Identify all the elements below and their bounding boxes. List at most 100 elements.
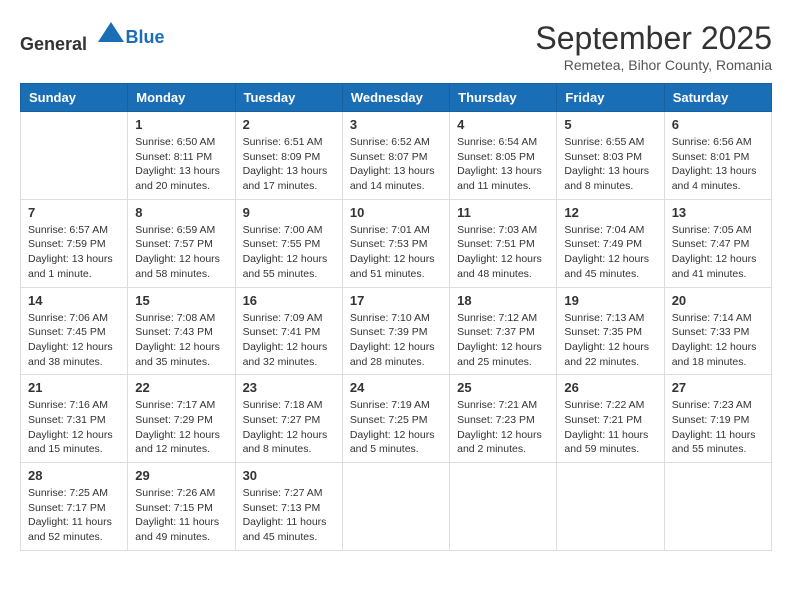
- day-info: Sunrise: 7:13 AM Sunset: 7:35 PM Dayligh…: [564, 311, 656, 370]
- calendar-cell: 29Sunrise: 7:26 AM Sunset: 7:15 PM Dayli…: [128, 463, 235, 551]
- day-info: Sunrise: 7:03 AM Sunset: 7:51 PM Dayligh…: [457, 223, 549, 282]
- calendar-cell: [450, 463, 557, 551]
- day-number: 11: [457, 205, 549, 220]
- calendar-cell: 24 Sunrise: 7:19 AM Sunset: 7:25 PM Dayli…: [342, 375, 449, 463]
- day-info: Sunrise: 7:27 AM Sunset: 7:13 PM Dayligh…: [243, 486, 335, 545]
- logo-general-text: General: [20, 34, 87, 54]
- calendar-cell: 25Sunrise: 7:21 AM Sunset: 7:23 PM Dayli…: [450, 375, 557, 463]
- day-info: Sunrise: 7:23 AM Sunset: 7:19 PM Dayligh…: [672, 398, 764, 457]
- day-info: Sunrise: 7:25 AM Sunset: 7:17 PM Dayligh…: [28, 486, 120, 545]
- day-info: Sunrise: 6:59 AM Sunset: 7:57 PM Dayligh…: [135, 223, 227, 282]
- calendar-cell: 16 Sunrise: 7:09 AM Sunset: 7:41 PM Dayli…: [235, 287, 342, 375]
- day-info: Sunrise: 6:54 AM Sunset: 8:05 PM Dayligh…: [457, 135, 549, 194]
- day-info: Sunrise: 7:19 AM Sunset: 7:25 PM Dayligh…: [350, 398, 442, 457]
- day-number: 26: [564, 380, 656, 395]
- day-info: Sunrise: 7:08 AM Sunset: 7:43 PM Dayligh…: [135, 311, 227, 370]
- day-number: 9: [243, 205, 335, 220]
- calendar-cell: 3Sunrise: 6:52 AM Sunset: 8:07 PM Daylig…: [342, 112, 449, 200]
- day-number: 28: [28, 468, 120, 483]
- day-number: 27: [672, 380, 764, 395]
- logo: General Blue: [20, 20, 165, 55]
- day-number: 4: [457, 117, 549, 132]
- calendar-cell: 30 Sunrise: 7:27 AM Sunset: 7:13 PM Dayli…: [235, 463, 342, 551]
- week-row-3: 14 Sunrise: 7:06 AM Sunset: 7:45 PM Dayli…: [21, 287, 772, 375]
- col-header-monday: Monday: [128, 84, 235, 112]
- day-info: Sunrise: 6:55 AM Sunset: 8:03 PM Dayligh…: [564, 135, 656, 194]
- calendar-cell: 13 Sunrise: 7:05 AM Sunset: 7:47 PM Dayli…: [664, 199, 771, 287]
- logo-icon: [96, 20, 126, 50]
- day-number: 19: [564, 293, 656, 308]
- calendar-cell: 5 Sunrise: 6:55 AM Sunset: 8:03 PM Daylig…: [557, 112, 664, 200]
- day-number: 24: [350, 380, 442, 395]
- calendar-cell: 23 Sunrise: 7:18 AM Sunset: 7:27 PM Dayli…: [235, 375, 342, 463]
- day-number: 8: [135, 205, 227, 220]
- day-number: 16: [243, 293, 335, 308]
- calendar-cell: 9 Sunrise: 7:00 AM Sunset: 7:55 PM Daylig…: [235, 199, 342, 287]
- calendar-cell: 6 Sunrise: 6:56 AM Sunset: 8:01 PM Daylig…: [664, 112, 771, 200]
- calendar-cell: 14 Sunrise: 7:06 AM Sunset: 7:45 PM Dayli…: [21, 287, 128, 375]
- calendar-cell: 27 Sunrise: 7:23 AM Sunset: 7:19 PM Dayli…: [664, 375, 771, 463]
- calendar-cell: [664, 463, 771, 551]
- day-number: 29: [135, 468, 227, 483]
- day-info: Sunrise: 7:18 AM Sunset: 7:27 PM Dayligh…: [243, 398, 335, 457]
- day-info: Sunrise: 7:10 AM Sunset: 7:39 PM Dayligh…: [350, 311, 442, 370]
- day-info: Sunrise: 7:04 AM Sunset: 7:49 PM Dayligh…: [564, 223, 656, 282]
- day-info: Sunrise: 7:17 AM Sunset: 7:29 PM Dayligh…: [135, 398, 227, 457]
- calendar-cell: 8 Sunrise: 6:59 AM Sunset: 7:57 PM Daylig…: [128, 199, 235, 287]
- day-number: 6: [672, 117, 764, 132]
- calendar-cell: 2 Sunrise: 6:51 AM Sunset: 8:09 PM Daylig…: [235, 112, 342, 200]
- calendar-cell: 11 Sunrise: 7:03 AM Sunset: 7:51 PM Dayli…: [450, 199, 557, 287]
- day-number: 17: [350, 293, 442, 308]
- day-number: 18: [457, 293, 549, 308]
- calendar-cell: 22 Sunrise: 7:17 AM Sunset: 7:29 PM Dayli…: [128, 375, 235, 463]
- calendar-cell: 10 Sunrise: 7:01 AM Sunset: 7:53 PM Dayli…: [342, 199, 449, 287]
- col-header-tuesday: Tuesday: [235, 84, 342, 112]
- day-info: Sunrise: 7:06 AM Sunset: 7:45 PM Dayligh…: [28, 311, 120, 370]
- day-info: Sunrise: 7:12 AM Sunset: 7:37 PM Dayligh…: [457, 311, 549, 370]
- col-header-friday: Friday: [557, 84, 664, 112]
- day-info: Sunrise: 6:57 AM Sunset: 7:59 PM Dayligh…: [28, 223, 120, 282]
- day-number: 22: [135, 380, 227, 395]
- day-number: 20: [672, 293, 764, 308]
- day-number: 7: [28, 205, 120, 220]
- calendar-cell: 19 Sunrise: 7:13 AM Sunset: 7:35 PM Dayli…: [557, 287, 664, 375]
- calendar-cell: 21Sunrise: 7:16 AM Sunset: 7:31 PM Dayli…: [21, 375, 128, 463]
- day-info: Sunrise: 7:05 AM Sunset: 7:47 PM Dayligh…: [672, 223, 764, 282]
- calendar-cell: 28 Sunrise: 7:25 AM Sunset: 7:17 PM Dayli…: [21, 463, 128, 551]
- col-header-saturday: Saturday: [664, 84, 771, 112]
- calendar-cell: [342, 463, 449, 551]
- day-info: Sunrise: 7:22 AM Sunset: 7:21 PM Dayligh…: [564, 398, 656, 457]
- calendar-cell: 26 Sunrise: 7:22 AM Sunset: 7:21 PM Dayli…: [557, 375, 664, 463]
- col-header-sunday: Sunday: [21, 84, 128, 112]
- calendar-cell: 17 Sunrise: 7:10 AM Sunset: 7:39 PM Dayli…: [342, 287, 449, 375]
- day-info: Sunrise: 7:00 AM Sunset: 7:55 PM Dayligh…: [243, 223, 335, 282]
- calendar-table: SundayMondayTuesdayWednesdayThursdayFrid…: [20, 83, 772, 551]
- calendar-cell: [21, 112, 128, 200]
- title-area: September 2025 Remetea, Bihor County, Ro…: [535, 20, 772, 73]
- day-number: 13: [672, 205, 764, 220]
- calendar-cell: 7 Sunrise: 6:57 AM Sunset: 7:59 PM Daylig…: [21, 199, 128, 287]
- day-info: Sunrise: 6:51 AM Sunset: 8:09 PM Dayligh…: [243, 135, 335, 194]
- day-info: Sunrise: 6:56 AM Sunset: 8:01 PM Dayligh…: [672, 135, 764, 194]
- col-header-wednesday: Wednesday: [342, 84, 449, 112]
- calendar-cell: 1Sunrise: 6:50 AM Sunset: 8:11 PM Daylig…: [128, 112, 235, 200]
- calendar-cell: 12Sunrise: 7:04 AM Sunset: 7:49 PM Dayli…: [557, 199, 664, 287]
- header-row: SundayMondayTuesdayWednesdayThursdayFrid…: [21, 84, 772, 112]
- day-info: Sunrise: 7:01 AM Sunset: 7:53 PM Dayligh…: [350, 223, 442, 282]
- calendar-cell: 20 Sunrise: 7:14 AM Sunset: 7:33 PM Dayli…: [664, 287, 771, 375]
- day-number: 15: [135, 293, 227, 308]
- day-info: Sunrise: 7:09 AM Sunset: 7:41 PM Dayligh…: [243, 311, 335, 370]
- day-number: 23: [243, 380, 335, 395]
- month-title: September 2025: [535, 20, 772, 57]
- header: General Blue September 2025 Remetea, Bih…: [20, 20, 772, 73]
- day-number: 5: [564, 117, 656, 132]
- calendar-cell: 18 Sunrise: 7:12 AM Sunset: 7:37 PM Dayli…: [450, 287, 557, 375]
- day-number: 25: [457, 380, 549, 395]
- day-number: 14: [28, 293, 120, 308]
- day-info: Sunrise: 7:14 AM Sunset: 7:33 PM Dayligh…: [672, 311, 764, 370]
- calendar-cell: 4 Sunrise: 6:54 AM Sunset: 8:05 PM Daylig…: [450, 112, 557, 200]
- day-number: 30: [243, 468, 335, 483]
- day-number: 2: [243, 117, 335, 132]
- week-row-1: 1Sunrise: 6:50 AM Sunset: 8:11 PM Daylig…: [21, 112, 772, 200]
- day-number: 10: [350, 205, 442, 220]
